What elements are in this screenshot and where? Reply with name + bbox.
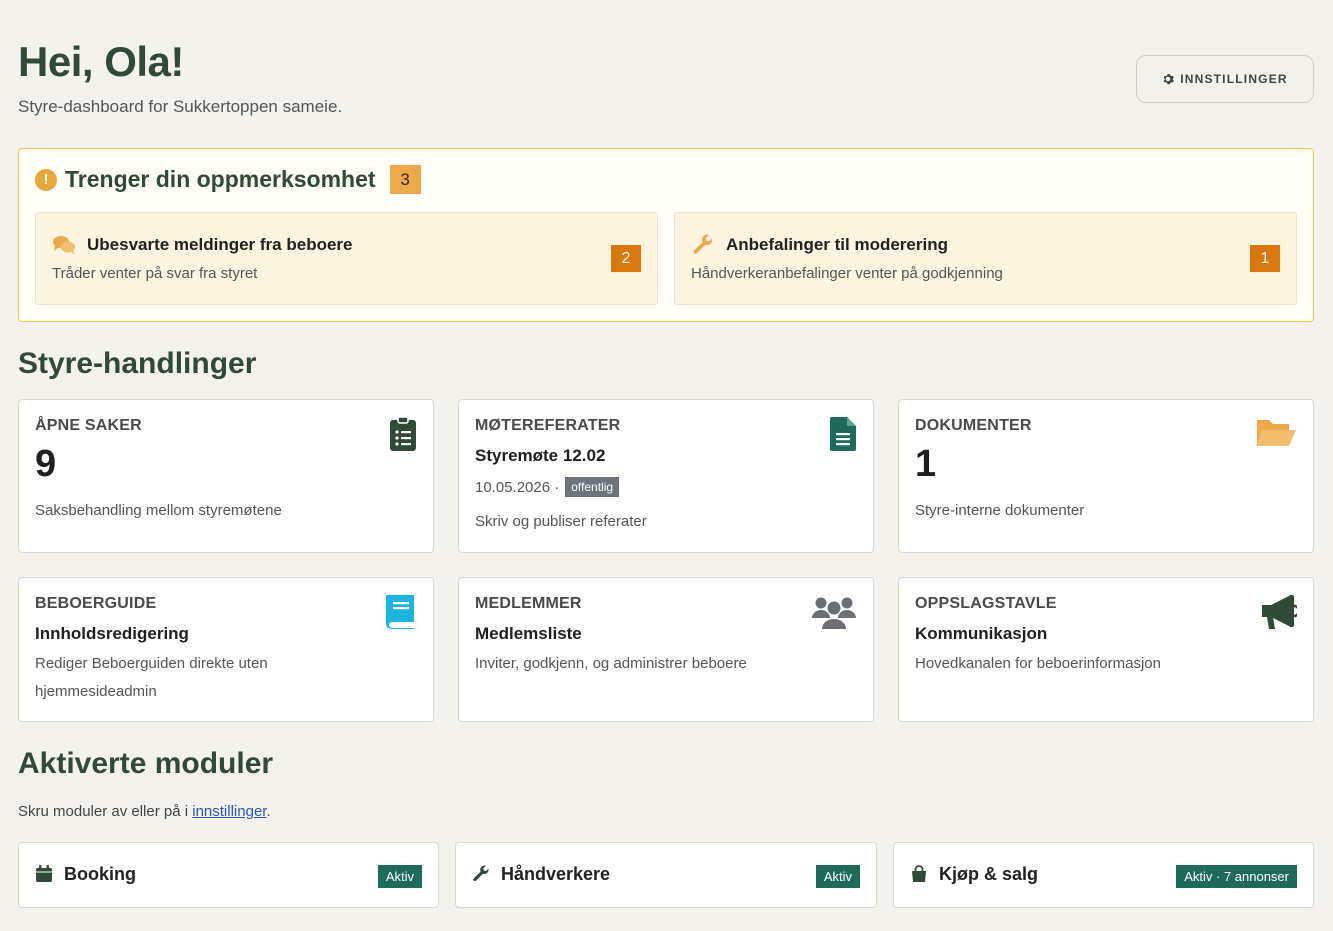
card-meeting-minutes[interactable]: MØTEREFERATER Styremøte 12.02 10.05.2026… bbox=[458, 399, 874, 553]
document-icon bbox=[830, 417, 856, 451]
card-desc: Inviter, godkjenn, og administrer beboer… bbox=[475, 655, 747, 672]
card-desc: Skriv og publiser referater bbox=[475, 513, 647, 530]
page-title: Hei, Ola! bbox=[18, 38, 184, 85]
attention-item-moderation[interactable]: Anbefalinger til moderering Håndverkeran… bbox=[674, 212, 1297, 305]
book-icon bbox=[386, 595, 414, 629]
attention-item-unanswered-messages[interactable]: Ubesvarte meldinger fra beboere Tråder v… bbox=[35, 212, 658, 305]
card-documents[interactable]: DOKUMENTER 1 Styre-interne dokumenter bbox=[898, 399, 1314, 553]
page-subtitle: Styre-dashboard for Sukkertoppen sameie. bbox=[18, 97, 343, 116]
attention-item-desc: Håndverkeranbefalinger venter på godkjen… bbox=[691, 265, 1003, 282]
wrench-icon bbox=[693, 234, 713, 254]
card-subtitle: Kommunikasjon bbox=[915, 624, 1048, 643]
chat-bubbles-icon bbox=[53, 236, 75, 255]
module-name: Kjøp & salg bbox=[939, 864, 1039, 884]
card-open-cases[interactable]: ÅPNE SAKER 9 Saksbehandling mellom styre… bbox=[18, 399, 434, 553]
card-label: MEDLEMMER bbox=[475, 595, 582, 612]
settings-link[interactable]: innstillinger bbox=[192, 803, 266, 820]
module-status-badge: Aktiv bbox=[377, 865, 422, 888]
gear-icon bbox=[1163, 74, 1175, 85]
module-booking[interactable]: Booking Aktiv bbox=[18, 842, 439, 908]
card-desc: Rediger Beboerguiden direkte uten hjemme… bbox=[35, 655, 268, 700]
card-members[interactable]: MEDLEMMER Medlemsliste Inviter, godkjenn… bbox=[458, 577, 874, 722]
card-subtitle: Medlemsliste bbox=[475, 624, 582, 643]
modules-hint-suffix: . bbox=[266, 803, 271, 820]
module-name: Booking bbox=[64, 864, 136, 884]
card-resident-guide[interactable]: BEBOERGUIDE Innholdsredigering Rediger B… bbox=[18, 577, 434, 722]
modules-hint: Skru moduler av eller på i innstillinger… bbox=[18, 803, 271, 820]
meeting-date: 10.05.2026 · bbox=[475, 478, 560, 496]
card-label: BEBOERGUIDE bbox=[35, 595, 157, 612]
attention-title: Trenger din oppmerksomhet bbox=[65, 166, 376, 192]
visibility-badge: offentlig bbox=[565, 477, 620, 497]
modules-hint-text: Skru moduler av eller på i bbox=[18, 803, 193, 820]
shopping-bag-icon bbox=[912, 865, 926, 882]
card-label: DOKUMENTER bbox=[915, 417, 1032, 434]
megaphone-icon bbox=[1262, 595, 1297, 629]
attention-item-desc: Tråder venter på svar fra styret bbox=[52, 265, 258, 282]
attention-panel: ! Trenger din oppmerksomhet 3 Ubesvarte … bbox=[18, 148, 1314, 322]
card-label: ÅPNE SAKER bbox=[35, 417, 142, 434]
card-bulletin-board[interactable]: OPPSLAGSTAVLE Kommunikasjon Hovedkanalen… bbox=[898, 577, 1314, 722]
card-label: OPPSLAGSTAVLE bbox=[915, 595, 1057, 612]
folder-open-icon bbox=[1256, 420, 1296, 446]
attention-item-title: Anbefalinger til moderering bbox=[726, 235, 948, 254]
module-buy-sell[interactable]: Kjøp & salg Aktiv · 7 annonser bbox=[893, 842, 1314, 908]
wrench-icon bbox=[473, 865, 489, 882]
attention-item-count: 1 bbox=[1250, 245, 1280, 272]
actions-section-title: Styre-handlinger bbox=[18, 347, 257, 380]
attention-item-count: 2 bbox=[611, 245, 641, 272]
attention-header: ! Trenger din oppmerksomhet 3 bbox=[35, 165, 421, 194]
settings-label: INNSTILLINGER bbox=[1180, 72, 1288, 86]
card-label: MØTEREFERATER bbox=[475, 417, 621, 434]
users-icon bbox=[812, 597, 856, 629]
card-desc: Hovedkanalen for beboerinformasjon bbox=[915, 655, 1161, 672]
card-meta: 10.05.2026 · offentlig bbox=[475, 477, 620, 497]
card-subtitle: Styremøte 12.02 bbox=[475, 446, 606, 465]
module-status-badge: Aktiv · 7 annonser bbox=[1176, 865, 1297, 888]
card-value: 1 bbox=[915, 443, 937, 485]
clipboard-list-icon bbox=[390, 416, 416, 451]
calendar-icon bbox=[36, 865, 52, 882]
card-desc: Saksbehandling mellom styremøtene bbox=[35, 502, 282, 519]
attention-item-title: Ubesvarte meldinger fra beboere bbox=[87, 235, 353, 254]
attention-count-badge: 3 bbox=[389, 165, 421, 194]
card-value: 9 bbox=[35, 443, 57, 485]
module-status-badge: Aktiv bbox=[815, 865, 860, 888]
module-craftsmen[interactable]: Håndverkere Aktiv bbox=[455, 842, 877, 908]
module-name: Håndverkere bbox=[501, 864, 611, 884]
card-subtitle: Innholdsredigering bbox=[35, 624, 189, 643]
card-desc: Styre-interne dokumenter bbox=[915, 502, 1085, 519]
exclamation-circle-icon: ! bbox=[35, 168, 57, 191]
settings-button[interactable]: INNSTILLINGER bbox=[1136, 55, 1314, 103]
modules-section-title: Aktiverte moduler bbox=[18, 747, 274, 780]
